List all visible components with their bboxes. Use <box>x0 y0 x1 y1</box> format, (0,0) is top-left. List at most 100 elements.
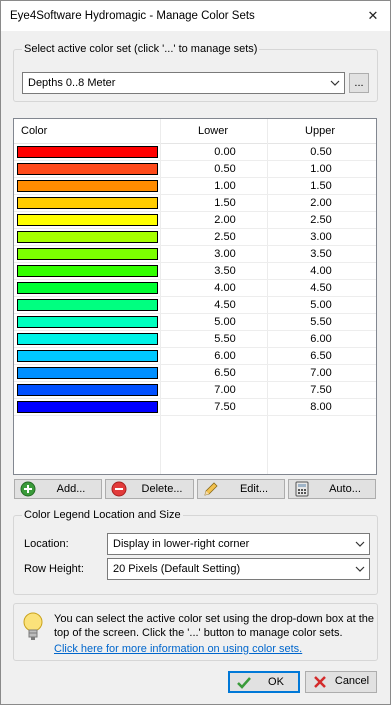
table-row[interactable]: 0.50 1.00 <box>14 161 376 178</box>
lower-value: 3.50 <box>214 265 236 277</box>
table-row[interactable]: 1.00 1.50 <box>14 178 376 195</box>
chevron-down-icon <box>355 566 365 572</box>
color-set-group-label: Select active color set (click '...' to … <box>22 43 260 55</box>
upper-value: 3.50 <box>310 248 332 260</box>
upper-value: 6.50 <box>310 350 332 362</box>
delete-button-label: Delete... <box>141 483 183 495</box>
table-row[interactable]: 2.50 3.00 <box>14 229 376 246</box>
color-swatch <box>17 265 158 277</box>
auto-button-label: Auto... <box>329 483 361 495</box>
lower-value: 2.50 <box>214 231 236 243</box>
color-swatch <box>17 350 158 362</box>
color-set-select[interactable]: Depths 0..8 Meter <box>22 72 345 94</box>
table-row[interactable]: 4.50 5.00 <box>14 297 376 314</box>
manage-sets-button-label: ... <box>354 77 364 89</box>
color-range-list[interactable]: Color Lower Upper 0.00 0.50 0.50 1.00 1.00 1.… <box>13 118 377 475</box>
color-swatch <box>17 231 158 243</box>
lower-value: 0.00 <box>214 146 236 158</box>
add-icon <box>20 481 36 497</box>
table-row[interactable]: 4.00 4.50 <box>14 280 376 297</box>
lower-value: 2.00 <box>214 214 236 226</box>
table-row[interactable]: 7.50 8.00 <box>14 399 376 416</box>
upper-value: 2.50 <box>310 214 332 226</box>
header-color[interactable]: Color <box>21 125 47 137</box>
color-swatch <box>17 214 158 226</box>
hint-text: You can select the active color set usin… <box>54 613 375 639</box>
edit-button[interactable]: Edit... <box>197 479 285 499</box>
upper-value: 2.00 <box>310 197 332 209</box>
upper-value: 0.50 <box>310 146 332 158</box>
lower-value: 7.00 <box>214 384 236 396</box>
delete-button[interactable]: Delete... <box>105 479 194 499</box>
color-swatch <box>17 197 158 209</box>
table-row[interactable]: 3.50 4.00 <box>14 263 376 280</box>
cancel-button[interactable]: Cancel <box>305 671 377 693</box>
add-button[interactable]: Add... <box>14 479 102 499</box>
color-swatch <box>17 146 158 158</box>
add-button-label: Add... <box>56 483 86 495</box>
lower-value: 3.00 <box>214 248 236 260</box>
color-swatch <box>17 367 158 379</box>
table-row[interactable]: 6.50 7.00 <box>14 365 376 382</box>
window-title: Eye4Software Hydromagic - Manage Color S… <box>10 10 255 22</box>
upper-value: 1.00 <box>310 163 332 175</box>
upper-value: 3.00 <box>310 231 332 243</box>
manage-sets-button[interactable]: ... <box>349 73 369 93</box>
cross-icon <box>314 676 326 688</box>
lower-value: 0.50 <box>214 163 236 175</box>
upper-value: 1.50 <box>310 180 332 192</box>
color-swatch <box>17 299 158 311</box>
row-height-select-value: 20 Pixels (Default Setting) <box>113 563 241 575</box>
upper-value: 6.00 <box>310 333 332 345</box>
lightbulb-icon <box>23 612 43 640</box>
lower-value: 1.00 <box>214 180 236 192</box>
color-swatch <box>17 333 158 345</box>
header-lower[interactable]: Lower <box>160 125 266 137</box>
pencil-icon <box>204 482 218 496</box>
edit-button-label: Edit... <box>239 483 269 495</box>
chevron-down-icon <box>330 80 340 86</box>
close-icon[interactable]: ✕ <box>360 3 386 29</box>
checkmark-icon <box>237 677 251 689</box>
color-set-select-value: Depths 0..8 Meter <box>28 77 116 89</box>
chevron-down-icon <box>355 541 365 547</box>
manage-color-sets-dialog: Eye4Software Hydromagic - Manage Color S… <box>0 0 391 705</box>
color-swatch <box>17 180 158 192</box>
lower-value: 4.50 <box>214 299 236 311</box>
lower-value: 5.50 <box>214 333 236 345</box>
delete-icon <box>111 481 127 497</box>
legend-group: Color Legend Location and Size <box>13 509 378 595</box>
color-swatch <box>17 316 158 328</box>
calculator-icon <box>295 481 309 497</box>
table-row[interactable]: 0.00 0.50 <box>14 144 376 161</box>
color-swatch <box>17 282 158 294</box>
lower-value: 5.00 <box>214 316 236 328</box>
upper-value: 7.50 <box>310 384 332 396</box>
legend-group-label: Color Legend Location and Size <box>22 509 183 521</box>
table-row[interactable]: 3.00 3.50 <box>14 246 376 263</box>
lower-value: 6.50 <box>214 367 236 379</box>
lower-value: 4.00 <box>214 282 236 294</box>
table-row[interactable]: 5.50 6.00 <box>14 331 376 348</box>
color-swatch <box>17 384 158 396</box>
row-height-select[interactable]: 20 Pixels (Default Setting) <box>107 558 370 580</box>
table-row[interactable]: 6.00 6.50 <box>14 348 376 365</box>
list-header: Color Lower Upper <box>14 119 376 144</box>
location-select[interactable]: Display in lower-right corner <box>107 533 370 555</box>
upper-value: 4.00 <box>310 265 332 277</box>
upper-value: 4.50 <box>310 282 332 294</box>
upper-value: 8.00 <box>310 401 332 413</box>
location-select-value: Display in lower-right corner <box>113 538 250 550</box>
table-row[interactable]: 2.00 2.50 <box>14 212 376 229</box>
table-row[interactable]: 5.00 5.50 <box>14 314 376 331</box>
ok-button[interactable]: OK <box>228 671 300 693</box>
table-row[interactable]: 1.50 2.00 <box>14 195 376 212</box>
lower-value: 1.50 <box>214 197 236 209</box>
header-upper[interactable]: Upper <box>267 125 373 137</box>
ok-button-label: OK <box>268 676 284 688</box>
color-swatch <box>17 248 158 260</box>
auto-button[interactable]: Auto... <box>288 479 376 499</box>
help-link[interactable]: Click here for more information on using… <box>54 643 302 655</box>
cancel-button-label: Cancel <box>334 675 370 687</box>
table-row[interactable]: 7.00 7.50 <box>14 382 376 399</box>
